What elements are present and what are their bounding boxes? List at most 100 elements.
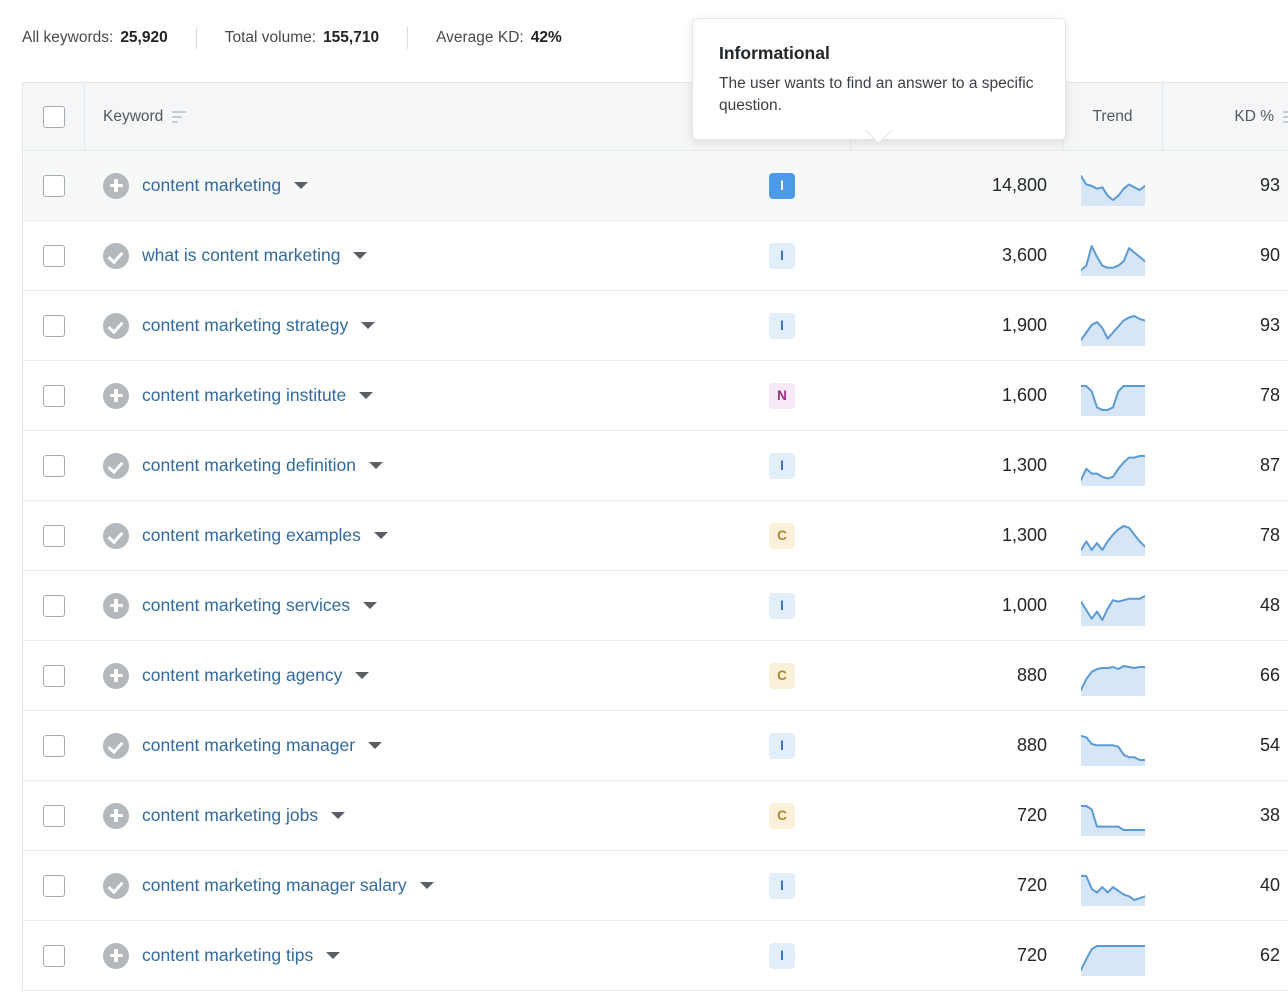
- summary-item-value: 155,710: [323, 29, 380, 46]
- volume-cell: 14,800: [851, 151, 1063, 220]
- trend-sparkline: [1081, 734, 1145, 766]
- table-row[interactable]: content marketing strategy I 1,900 93: [23, 291, 1288, 361]
- summary-item: Average KD: 42%: [436, 29, 562, 47]
- row-checkbox[interactable]: [43, 244, 65, 267]
- added-check-icon[interactable]: [103, 312, 129, 339]
- trend-cell: [1063, 641, 1163, 710]
- keyword-cell: content marketing tips: [85, 921, 851, 990]
- table-row[interactable]: content marketing manager salary I 720 40: [23, 851, 1288, 921]
- add-keyword-icon[interactable]: [103, 172, 129, 199]
- row-checkbox[interactable]: [43, 314, 65, 337]
- header-trend-label: Trend: [1092, 107, 1133, 125]
- intent-badge[interactable]: I: [769, 592, 795, 619]
- intent-badge[interactable]: I: [769, 942, 795, 969]
- keyword-dropdown-caret-icon[interactable]: [369, 462, 384, 469]
- add-keyword-icon[interactable]: [103, 382, 129, 409]
- table-row[interactable]: content marketing services I 1,000 48: [23, 571, 1288, 641]
- keyword-link[interactable]: content marketing: [142, 175, 281, 196]
- added-check-icon[interactable]: [103, 242, 129, 269]
- table-row[interactable]: content marketing agency C 880 66: [23, 641, 1288, 711]
- keyword-dropdown-caret-icon[interactable]: [368, 742, 383, 749]
- table-row[interactable]: content marketing manager I 880 54: [23, 711, 1288, 781]
- keyword-dropdown-caret-icon[interactable]: [419, 882, 434, 889]
- row-select-cell: [23, 641, 85, 710]
- intent-badge[interactable]: N: [769, 382, 795, 409]
- intent-badge[interactable]: I: [769, 172, 795, 199]
- row-checkbox[interactable]: [43, 664, 65, 687]
- header-kd-cell: KD %: [1163, 83, 1288, 150]
- row-checkbox[interactable]: [43, 734, 65, 757]
- row-checkbox[interactable]: [43, 944, 65, 967]
- keyword-link[interactable]: content marketing definition: [142, 455, 356, 476]
- summary-bar: All keywords: 25,920 Total volume: 155,710 A…: [22, 24, 562, 52]
- keyword-link[interactable]: content marketing strategy: [142, 315, 348, 336]
- row-checkbox[interactable]: [43, 454, 65, 477]
- keyword-dropdown-caret-icon[interactable]: [331, 812, 346, 819]
- select-all-checkbox[interactable]: [42, 105, 65, 128]
- intent-badge[interactable]: I: [769, 242, 795, 269]
- add-keyword-icon[interactable]: [103, 802, 129, 829]
- keyword-dropdown-caret-icon[interactable]: [353, 252, 368, 259]
- keyword-link[interactable]: content marketing examples: [142, 525, 361, 546]
- keyword-link[interactable]: content marketing tips: [142, 945, 313, 966]
- row-checkbox[interactable]: [43, 174, 65, 197]
- add-keyword-icon[interactable]: [103, 662, 129, 689]
- keyword-link[interactable]: content marketing jobs: [142, 805, 318, 826]
- table-row[interactable]: content marketing institute N 1,600 78: [23, 361, 1288, 431]
- row-select-cell: [23, 291, 85, 360]
- intent-badge[interactable]: I: [769, 312, 795, 339]
- keyword-dropdown-caret-icon[interactable]: [359, 392, 374, 399]
- keyword-link[interactable]: what is content marketing: [142, 245, 340, 266]
- kd-cell: 48: [1163, 571, 1288, 640]
- intent-badge[interactable]: C: [769, 802, 795, 829]
- intent-badge[interactable]: I: [769, 872, 795, 899]
- header-select-all-cell: [23, 83, 85, 150]
- row-checkbox[interactable]: [43, 384, 65, 407]
- add-keyword-icon[interactable]: [103, 942, 129, 969]
- keyword-link[interactable]: content marketing manager: [142, 735, 355, 756]
- intent-badge[interactable]: C: [769, 522, 795, 549]
- tooltip-body: The user wants to find an answer to a sp…: [719, 75, 1034, 114]
- keyword-dropdown-caret-icon[interactable]: [355, 672, 370, 679]
- table-row[interactable]: content marketing jobs C 720 38: [23, 781, 1288, 851]
- table-row[interactable]: content marketing definition I 1,300 87: [23, 431, 1288, 501]
- added-check-icon[interactable]: [103, 872, 129, 899]
- summary-separator: [195, 27, 197, 49]
- volume-cell: 720: [851, 781, 1063, 850]
- row-select-cell: [23, 501, 85, 570]
- intent-badge[interactable]: C: [769, 662, 795, 689]
- keyword-dropdown-caret-icon[interactable]: [373, 532, 388, 539]
- row-checkbox[interactable]: [43, 804, 65, 827]
- row-checkbox[interactable]: [43, 594, 65, 617]
- sort-keyword-icon[interactable]: [172, 110, 187, 123]
- added-check-icon[interactable]: [103, 452, 129, 479]
- added-check-icon[interactable]: [103, 732, 129, 759]
- trend-sparkline: [1081, 384, 1145, 416]
- table-row[interactable]: what is content marketing I 3,600 90: [23, 221, 1288, 291]
- volume-cell: 1,600: [851, 361, 1063, 430]
- summary-item-label: All keywords:: [22, 29, 114, 46]
- table-row[interactable]: content marketing examples C 1,300 78: [23, 501, 1288, 571]
- volume-cell: 720: [851, 921, 1063, 990]
- keyword-link[interactable]: content marketing institute: [142, 385, 346, 406]
- keyword-link[interactable]: content marketing services: [142, 595, 350, 616]
- keyword-dropdown-caret-icon[interactable]: [361, 322, 376, 329]
- keyword-dropdown-caret-icon[interactable]: [326, 952, 341, 959]
- table-row[interactable]: content marketing tips I 720 62: [23, 921, 1288, 991]
- intent-badge[interactable]: I: [769, 452, 795, 479]
- intent-badge[interactable]: I: [769, 732, 795, 759]
- add-keyword-icon[interactable]: [103, 592, 129, 619]
- keyword-dropdown-caret-icon[interactable]: [294, 182, 309, 189]
- keyword-link[interactable]: content marketing agency: [142, 665, 342, 686]
- kd-cell: 90: [1163, 221, 1288, 290]
- sort-kd-icon[interactable]: [1283, 110, 1288, 123]
- keyword-dropdown-caret-icon[interactable]: [363, 602, 378, 609]
- kd-cell: 66: [1163, 641, 1288, 710]
- table-row[interactable]: content marketing I 14,800 93: [23, 151, 1288, 221]
- added-check-icon[interactable]: [103, 522, 129, 549]
- summary-item: Total volume: 155,710: [225, 29, 379, 47]
- volume-value: 1,300: [1001, 525, 1047, 545]
- row-checkbox[interactable]: [43, 524, 65, 547]
- keyword-link[interactable]: content marketing manager salary: [142, 875, 407, 896]
- row-checkbox[interactable]: [43, 874, 65, 897]
